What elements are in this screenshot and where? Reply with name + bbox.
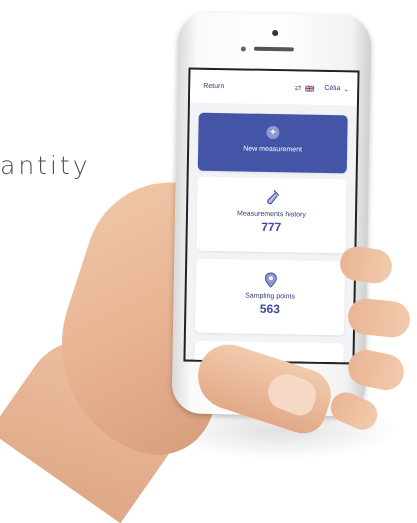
plus-icon: + [266, 125, 280, 140]
camera [272, 29, 279, 37]
return-link[interactable]: Return [203, 83, 295, 92]
card-label: Sampling points [245, 292, 296, 301]
sensor [240, 46, 246, 52]
measurement-count: 777 [261, 219, 282, 235]
test-tube-icon [266, 190, 279, 205]
sampling-points-card[interactable]: Sampling points 563 [194, 258, 346, 336]
chevron-down-icon: ⌄ [343, 85, 350, 93]
measurements-history-card[interactable]: Measurements history 777 [196, 176, 347, 254]
location-pin-icon [264, 272, 277, 288]
new-measurement-button[interactable]: + New measurement [197, 112, 348, 174]
top-bar: Return ⇄ Célia ⌄ [189, 69, 358, 106]
card-label: New measurement [243, 145, 303, 154]
phone-screen: Return ⇄ Célia ⌄ + New measurement Measu… [183, 67, 360, 365]
sync-icon[interactable]: ⇄ [295, 83, 302, 92]
background-heading-text: antity [0, 151, 91, 180]
sampling-count: 563 [259, 301, 280, 317]
card-label: Measurements history [237, 210, 306, 219]
user-menu[interactable]: Célia ⌄ [324, 84, 350, 93]
user-name: Célia [324, 84, 341, 93]
earpiece [253, 46, 294, 52]
uk-flag-icon[interactable] [305, 85, 315, 92]
